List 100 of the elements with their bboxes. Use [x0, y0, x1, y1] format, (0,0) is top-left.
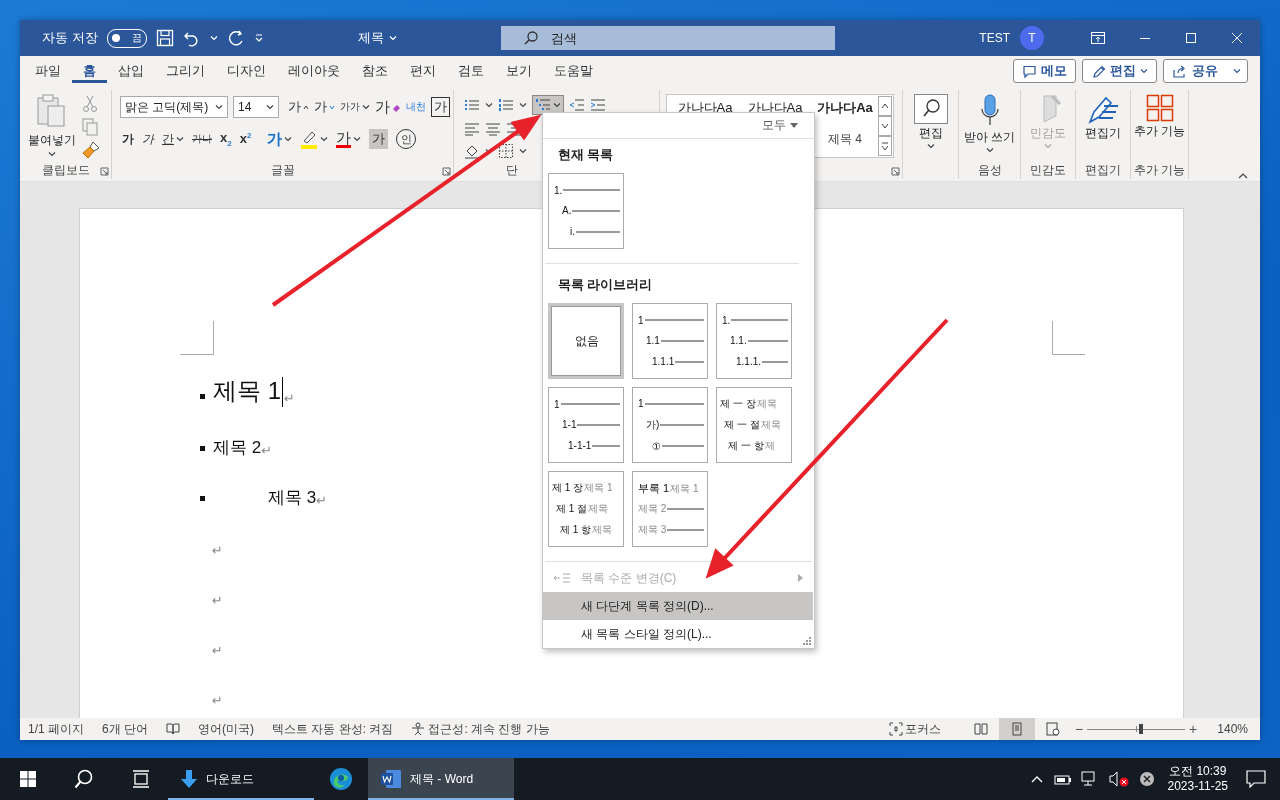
bold-button[interactable]: 가 — [122, 128, 134, 150]
taskbar-app[interactable]: 제목 - Word — [368, 758, 514, 800]
borders-icon[interactable] — [498, 143, 514, 159]
editing-button[interactable]: 편집 — [904, 94, 957, 161]
ribbon-tab[interactable]: 편지 — [399, 56, 447, 86]
list-style-thumbnail[interactable]: 1. 1.1. 1.1.1. — [716, 303, 792, 379]
paintbrush-icon[interactable] — [82, 141, 100, 159]
change-case-button[interactable]: 가가 — [340, 96, 370, 118]
caret-icon[interactable] — [215, 104, 223, 110]
scroll-up-icon[interactable] — [878, 96, 892, 116]
zoom-slider-thumb[interactable] — [1139, 724, 1143, 734]
dialog-launcher-icon[interactable] — [891, 167, 900, 176]
customize-icon[interactable] — [253, 33, 264, 43]
avatar[interactable]: T — [1020, 26, 1044, 50]
subscript-button[interactable]: x$_{2}$ — [220, 128, 232, 150]
list-style-thumbnail[interactable]: 1 1.1 1.1.1 — [632, 303, 708, 379]
status-text[interactable]: 1/1 페이지 — [28, 720, 84, 738]
decrease-indent-icon[interactable] — [569, 98, 585, 112]
editing-button[interactable]: 편집 — [1082, 59, 1157, 83]
status-text[interactable]: 접근성: 계속 진행 가능 — [428, 720, 550, 738]
list-style-thumbnail[interactable]: 1 1-1 1-1-1 — [548, 387, 624, 463]
caret-icon[interactable] — [353, 136, 362, 142]
caret-icon[interactable] — [266, 104, 274, 110]
task-view-icon[interactable] — [132, 770, 150, 788]
notification-icon[interactable] — [1246, 770, 1266, 788]
list-style-thumbnail[interactable]: 부록 1제목 1 제목 2 제목 3 — [632, 471, 708, 547]
battery-icon[interactable] — [1052, 773, 1071, 785]
caret-icon[interactable] — [1233, 68, 1241, 74]
document-app-icon[interactable] — [380, 769, 402, 789]
view-button[interactable] — [998, 718, 1035, 740]
list-style-thumbnail[interactable]: 1. A. i. — [548, 173, 624, 249]
resize-grip-icon[interactable] — [803, 637, 811, 645]
search-field[interactable]: 검색 — [501, 26, 835, 50]
ribbon-tab[interactable]: 삽입 — [107, 56, 155, 86]
comments-button[interactable]: 메모 — [1013, 59, 1076, 83]
ribbon-tab[interactable]: 홈 — [72, 56, 107, 86]
paint-bucket-icon[interactable] — [464, 143, 480, 159]
caret-icon[interactable] — [176, 136, 184, 142]
caret-icon[interactable] — [519, 102, 527, 108]
list-style-thumbnail[interactable]: 없음 — [548, 303, 624, 379]
taskbar-app[interactable]: 다운로드 — [168, 758, 314, 800]
windows-start-icon[interactable] — [20, 771, 36, 787]
text-effects-button[interactable]: 가 — [267, 128, 293, 150]
menu-item[interactable]: 새 목록 스타일 정의(L)... — [543, 620, 813, 648]
down-arrow-icon[interactable] — [180, 769, 198, 789]
clear-formatting-button[interactable]: 가 — [375, 96, 401, 118]
book-icon[interactable] — [166, 723, 181, 735]
menu-item[interactable]: 새 다단계 목록 정의(D)... — [543, 592, 813, 620]
zoom-in-button[interactable]: + — [1189, 721, 1198, 737]
caret-icon[interactable] — [284, 136, 293, 142]
redo-icon[interactable] — [226, 29, 245, 47]
caret-icon[interactable] — [320, 136, 329, 142]
caret-icon[interactable] — [485, 102, 493, 108]
ribbon-tab[interactable]: 그리기 — [155, 56, 216, 86]
ribbon-tab[interactable]: 참조 — [351, 56, 399, 86]
strikethrough-button[interactable]: 가나 — [192, 128, 212, 150]
style-preview[interactable]: 가나다Aa — [817, 99, 873, 117]
status-text[interactable]: 텍스트 자동 완성: 켜짐 — [272, 720, 394, 738]
save-icon[interactable] — [155, 29, 174, 47]
caret-icon[interactable] — [926, 143, 935, 149]
search-icon[interactable] — [74, 769, 94, 789]
underline-button[interactable]: 간 — [162, 128, 184, 150]
phonetic-guide-button[interactable]: 내천 — [406, 96, 426, 118]
scroll-down-icon[interactable] — [878, 116, 892, 136]
volume-muted-icon[interactable] — [1108, 771, 1129, 787]
accessibility-icon[interactable] — [411, 722, 426, 736]
bullet-list-icon[interactable] — [464, 98, 480, 112]
superscript-button[interactable]: x$^{2}$ — [239, 128, 252, 150]
ribbon-tab[interactable]: 디자인 — [216, 56, 277, 86]
browser-icon[interactable] — [329, 767, 353, 791]
caret-icon[interactable] — [985, 147, 994, 153]
dictate-button[interactable]: 받아 쓰기 — [963, 94, 1016, 161]
font-size-dropdown[interactable]: 14 — [233, 96, 279, 118]
list-style-thumbnail[interactable]: 1 가) ① — [632, 387, 708, 463]
zoom-level[interactable]: 140% — [1217, 722, 1248, 736]
ribbon-tab[interactable]: 보기 — [495, 56, 543, 86]
list-style-thumbnail[interactable]: 제 一 장제목 제 一 절제목 제 一 항제 — [716, 387, 792, 463]
caret-icon[interactable] — [362, 104, 370, 110]
increase-indent-icon[interactable] — [590, 98, 606, 112]
collapse-ribbon-icon[interactable] — [1238, 173, 1248, 179]
focus-button[interactable]: 포커스 — [888, 720, 941, 738]
caret-icon[interactable] — [519, 148, 527, 154]
clock[interactable]: 오전 10:39 2023-11-25 — [1167, 764, 1228, 794]
show-hidden-icons-icon[interactable] — [1030, 775, 1043, 783]
close-icon[interactable] — [1231, 32, 1243, 44]
paste-button[interactable]: 붙여넣기 — [28, 94, 76, 161]
font-color-button[interactable]: 가 — [336, 128, 362, 150]
character-shading-button[interactable]: 가 — [369, 128, 389, 150]
dialog-launcher-icon[interactable] — [442, 167, 451, 176]
ribbon-display-icon[interactable] — [1091, 32, 1105, 44]
multilevel-list-button[interactable] — [532, 95, 564, 115]
numbered-list-icon[interactable] — [498, 98, 514, 112]
autosave-toggle[interactable]: 끔 — [106, 28, 147, 48]
close-circle-icon[interactable] — [1138, 771, 1155, 787]
ribbon-tab[interactable]: 레이아웃 — [277, 56, 351, 86]
caret-icon[interactable] — [48, 151, 56, 157]
caret-icon[interactable] — [553, 102, 561, 108]
grow-font-button[interactable]: 가 — [288, 96, 309, 118]
shrink-font-button[interactable]: 가 — [314, 96, 335, 118]
zoom-out-button[interactable]: − — [1074, 721, 1084, 737]
